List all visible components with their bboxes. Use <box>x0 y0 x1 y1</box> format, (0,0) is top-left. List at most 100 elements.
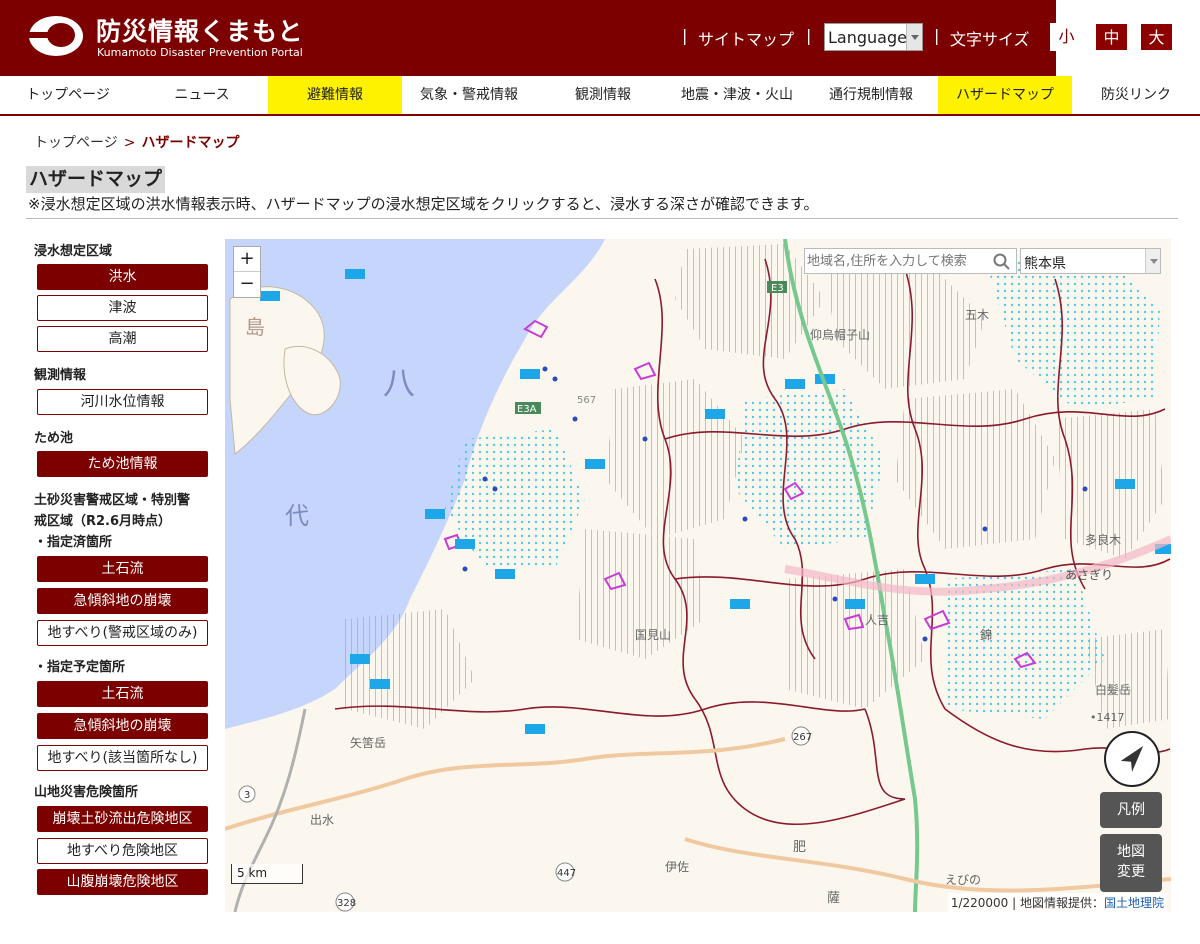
page-title: ハザードマップ <box>26 166 166 193</box>
breadcrumb-current: ハザードマップ <box>141 135 240 151</box>
sidebar-heading-pond: ため池 <box>34 431 74 446</box>
layer-storm-surge-button[interactable]: 高潮 <box>37 326 208 352</box>
scale-label: 5 km <box>237 866 268 880</box>
place-label: 出水 <box>310 813 334 827</box>
road-label: 267 <box>793 732 812 743</box>
prefecture-select[interactable]: 熊本県 <box>1020 248 1161 274</box>
main-nav: トップページ ニュース 避難情報 気象・警戒情報 観測情報 地震・津波・火山 通… <box>0 76 1200 116</box>
layer-pond-button[interactable]: ため池情報 <box>37 451 208 477</box>
zoom-out-button[interactable]: − <box>234 272 260 297</box>
breadcrumb: トップページ > ハザードマップ <box>34 132 239 152</box>
zoom-control: + − <box>233 246 261 298</box>
place-label: 代 <box>285 502 309 530</box>
place-label: 多良木 <box>1085 532 1121 547</box>
nav-news[interactable]: ニュース <box>136 76 268 114</box>
place-label: 伊佐 <box>665 860 689 874</box>
nav-links[interactable]: 防災リンク <box>1072 76 1200 114</box>
legend-button[interactable]: 凡例 <box>1100 792 1162 828</box>
map-attribution: 1/220000 | 地図情報提供：国土地理院 <box>947 893 1167 912</box>
road-label: E3A <box>517 404 537 415</box>
site-subtitle: Kumamoto Disaster Prevention Portal <box>97 46 303 59</box>
place-label: あさぎり <box>1065 568 1113 582</box>
sidebar-heading-observation: 観測情報 <box>34 368 87 383</box>
font-size-medium-button[interactable]: 中 <box>1095 23 1128 51</box>
map-change-label-2: 変更 <box>1117 864 1145 880</box>
place-label: えびの <box>945 873 981 887</box>
page-note: ※浸水想定区域の洪水情報表示時、ハザードマップの浸水想定区域をクリックすると、浸… <box>28 195 819 213</box>
breadcrumb-home[interactable]: トップページ <box>34 135 118 151</box>
place-label: 人吉 <box>865 613 889 627</box>
place-label: •1417 <box>1090 711 1124 724</box>
sidebar-subheading-planned: ・指定予定箇所 <box>34 660 126 675</box>
search-icon[interactable] <box>993 253 1011 271</box>
zoom-in-button[interactable]: + <box>234 247 260 272</box>
map-change-button[interactable]: 地図 変更 <box>1100 834 1162 892</box>
road-label: 447 <box>557 868 576 879</box>
nav-weather-warning[interactable]: 気象・警戒情報 <box>402 76 536 114</box>
place-label: 錦 <box>980 627 992 642</box>
place-label: 八 <box>383 364 415 402</box>
layer-landslide-planned-button[interactable]: 地すべり(該当箇所なし) <box>37 745 208 771</box>
road-label: 3 <box>244 790 250 801</box>
layer-steep-slope-planned-button[interactable]: 急傾斜地の崩壊 <box>37 713 208 739</box>
nav-top[interactable]: トップページ <box>0 76 136 114</box>
kumamoto-logo-icon[interactable] <box>28 14 84 58</box>
place-label: 薩 <box>827 891 840 906</box>
breadcrumb-separator: > <box>123 135 136 151</box>
road-label: 567 <box>577 395 596 406</box>
place-label: 五木 <box>965 308 989 322</box>
layer-river-level-button[interactable]: 河川水位情報 <box>37 389 208 415</box>
sitemap-link[interactable]: サイトマップ <box>698 26 794 50</box>
place-label: 仰烏帽子山 <box>810 327 870 342</box>
map-search <box>804 248 1017 274</box>
road-label: E3 <box>771 283 784 294</box>
map-search-input[interactable] <box>807 251 991 271</box>
nav-traffic[interactable]: 通行規制情報 <box>804 76 938 114</box>
place-label: 白髪岳 <box>1095 682 1131 697</box>
layer-debris-flow-designated-button[interactable]: 土石流 <box>37 556 208 582</box>
nav-observation[interactable]: 観測情報 <box>536 76 670 114</box>
font-size-small-button[interactable]: 小 <box>1050 23 1083 51</box>
nav-hazard-map[interactable]: ハザードマップ <box>938 76 1072 114</box>
map-change-label-1: 地図 <box>1117 844 1145 860</box>
site-title[interactable]: 防災情報くまもと <box>96 12 304 48</box>
sidebar-heading-sediment-2: 戒区域（R2.6月時点） <box>34 514 172 529</box>
language-select[interactable]: Language <box>824 23 923 51</box>
header-separator: | <box>934 26 940 45</box>
layer-slope-collapse-button[interactable]: 山腹崩壊危険地区 <box>37 869 208 895</box>
sidebar-heading-flood-area: 浸水想定区域 <box>34 244 113 259</box>
sidebar-heading-mountain-hazard: 山地災害危険箇所 <box>34 785 139 800</box>
divider <box>26 218 1178 219</box>
site-header: 防災情報くまもと Kumamoto Disaster Prevention Po… <box>0 0 1200 76</box>
scale-bar: 5 km <box>231 864 303 884</box>
gsi-link[interactable]: 国土地理院 <box>1104 896 1164 910</box>
chevron-down-icon <box>906 24 922 50</box>
hazard-map[interactable]: 八 代 島 あさぎり 錦 五木 人吉 出水 伊佐 えびの 肥 薩 矢筈岳 国見山… <box>225 239 1171 912</box>
attribution-text: 1/220000 | 地図情報提供： <box>950 896 1104 910</box>
prefecture-select-value: 熊本県 <box>1024 256 1066 272</box>
chevron-down-icon <box>1145 249 1160 273</box>
layer-flood-button[interactable]: 洪水 <box>37 264 208 290</box>
font-size-large-button[interactable]: 大 <box>1140 23 1173 51</box>
layer-debris-flow-planned-button[interactable]: 土石流 <box>37 681 208 707</box>
layer-landslide-danger-button[interactable]: 地すべり危険地区 <box>37 838 208 864</box>
layer-landslide-designated-button[interactable]: 地すべり(警戒区域のみ) <box>37 620 208 646</box>
road-label: 328 <box>337 898 356 909</box>
map-canvas[interactable]: 八 代 島 あさぎり 錦 五木 人吉 出水 伊佐 えびの 肥 薩 矢筈岳 国見山… <box>225 239 1171 912</box>
header-separator: | <box>806 26 812 45</box>
language-select-value: Language <box>828 28 907 47</box>
compass-icon[interactable] <box>1104 731 1160 787</box>
layer-steep-slope-designated-button[interactable]: 急傾斜地の崩壊 <box>37 588 208 614</box>
place-label: 国見山 <box>635 628 671 642</box>
header-band: 防災情報くまもと Kumamoto Disaster Prevention Po… <box>0 0 1056 76</box>
header-separator: | <box>682 26 688 45</box>
nav-evacuation[interactable]: 避難情報 <box>268 76 402 114</box>
layer-tsunami-button[interactable]: 津波 <box>37 295 208 321</box>
sidebar-subheading-designated: ・指定済箇所 <box>34 535 113 550</box>
sidebar-heading-sediment-1: 土砂災害警戒区域・特別警 <box>34 493 191 508</box>
nav-earthquake[interactable]: 地震・津波・火山 <box>670 76 804 114</box>
font-size-label: 文字サイズ <box>950 30 1030 49</box>
place-label: 矢筈岳 <box>350 735 386 750</box>
place-label: 島 <box>245 315 265 339</box>
layer-collapse-debris-button[interactable]: 崩壊土砂流出危険地区 <box>37 806 208 832</box>
